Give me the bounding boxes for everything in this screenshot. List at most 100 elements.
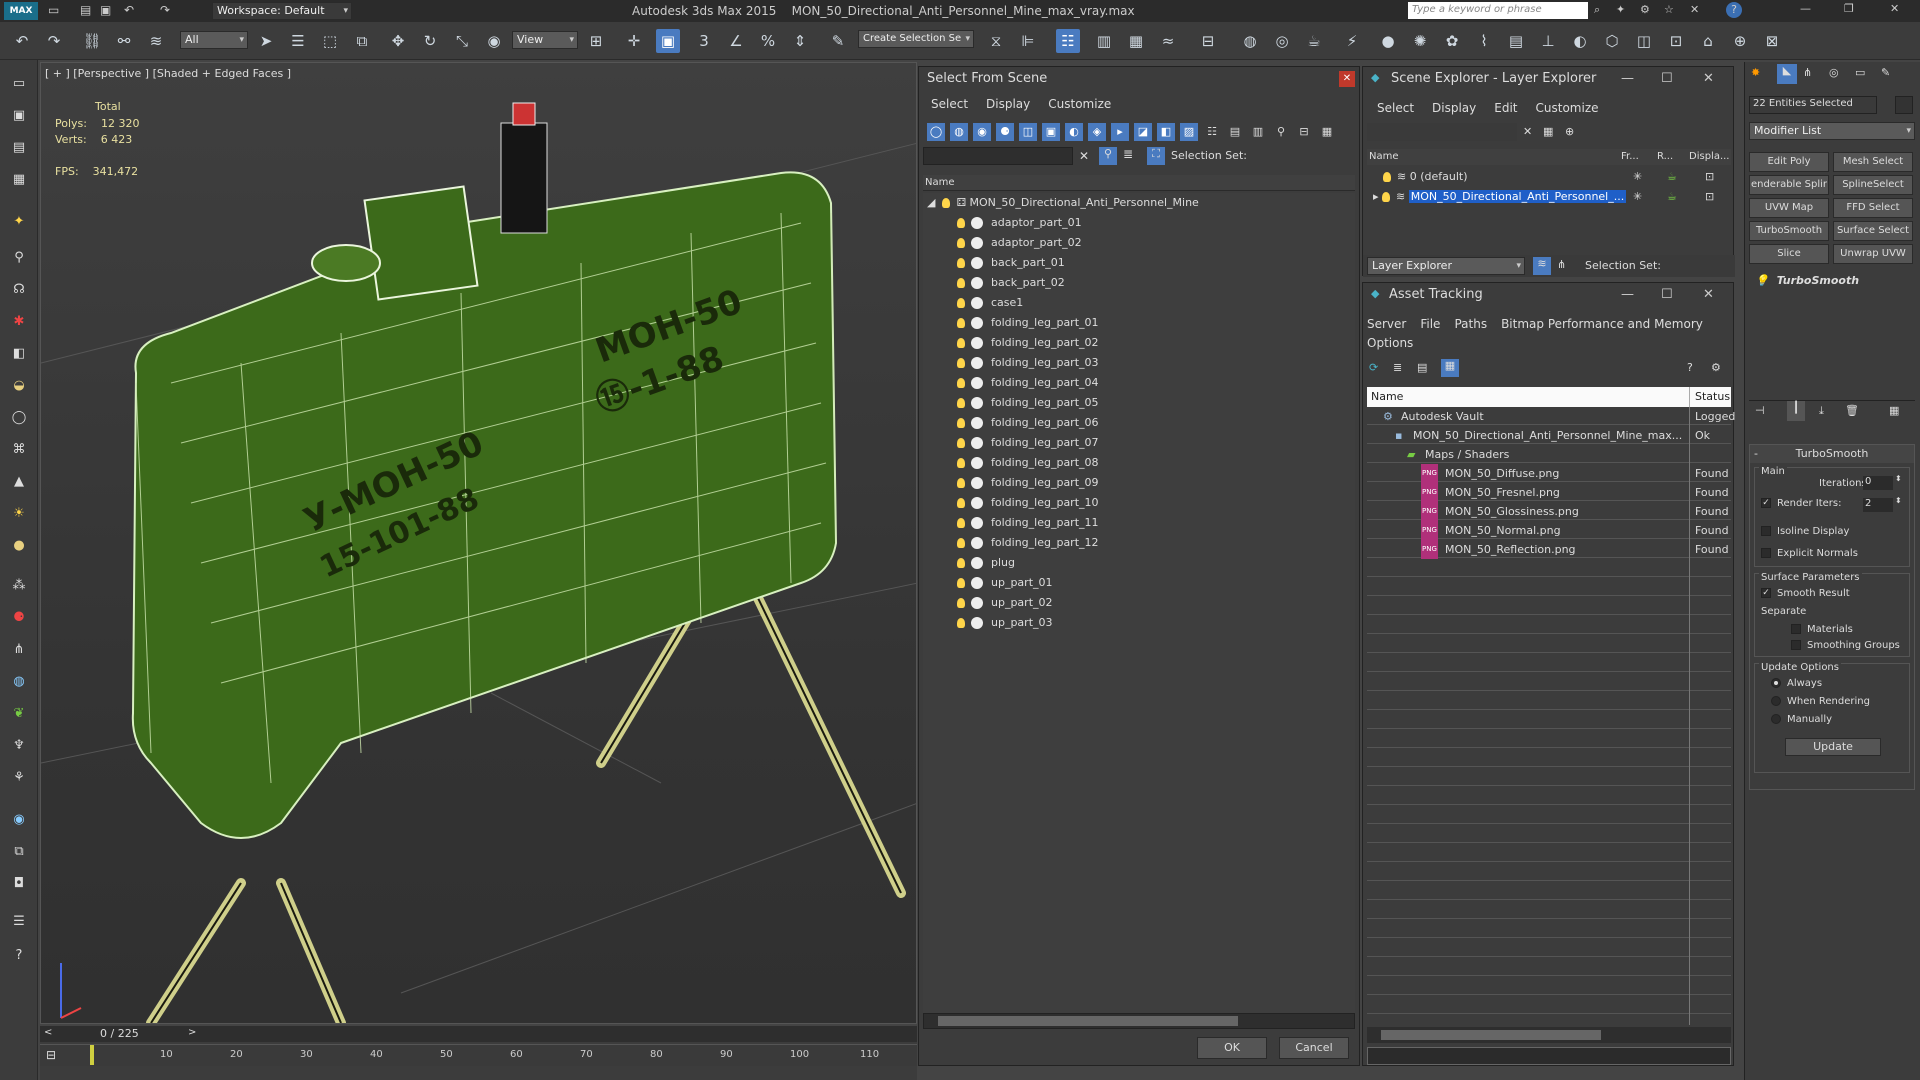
display-tab-icon[interactable]: ▭ — [1855, 66, 1865, 79]
list-item[interactable]: folding_leg_part_06 — [957, 413, 1099, 433]
create-cylinder-icon[interactable]: ▤ — [8, 136, 30, 158]
table-view-icon[interactable]: ▦ — [1441, 359, 1459, 377]
modifier-button[interactable]: Slice — [1749, 244, 1829, 264]
create-spacewarp-icon[interactable]: ✱ — [8, 310, 30, 332]
list-item[interactable]: folding_leg_part_03 — [957, 353, 1099, 373]
hierarchy-icon[interactable]: ⋔ — [8, 638, 30, 660]
vray-ies-icon[interactable]: ✿ — [1440, 29, 1464, 53]
explorer-type-dropdown[interactable]: Layer Explorer — [1367, 257, 1525, 275]
pin-stack-icon[interactable]: ⊣ — [1755, 404, 1765, 417]
help-icon[interactable]: ? — [1687, 361, 1693, 374]
table-row[interactable]: PNG MON_50_Normal.png Found — [1367, 521, 1731, 540]
menu-display[interactable]: Display — [986, 97, 1030, 111]
make-unique-icon[interactable]: ⤓ — [1819, 404, 1824, 418]
time-slider[interactable]: < 0 / 225 > — [40, 1026, 917, 1042]
light-bulb-icon[interactable] — [957, 318, 965, 328]
filter-type-icon[interactable]: ⊟ — [1295, 123, 1313, 141]
percent-snap-icon[interactable]: % — [756, 29, 780, 53]
light-bulb-icon[interactable] — [957, 438, 965, 448]
prev-frame-icon[interactable]: < — [44, 1027, 52, 1038]
vray-ptm-icon[interactable]: ⌂ — [1696, 29, 1720, 53]
search-input[interactable]: Type a keyword or phrase — [1408, 2, 1588, 19]
reference-coordinate-dropdown[interactable]: View — [512, 31, 578, 49]
select-object-icon[interactable]: ➤ — [254, 29, 278, 53]
select-by-name-icon[interactable]: ☰ — [286, 29, 310, 53]
menu-paths[interactable]: Paths — [1454, 317, 1487, 331]
smoothing-groups-checkbox[interactable]: Smoothing Groups — [1791, 640, 1900, 651]
window-crossing-icon[interactable]: ⧉ — [350, 29, 374, 53]
freeze-icon[interactable]: ✳ — [1633, 187, 1642, 207]
list-item[interactable]: folding_leg_part_02 — [957, 333, 1099, 353]
track-bar-icon[interactable]: ⊟ — [46, 1048, 56, 1062]
snaps-toggle-icon[interactable]: 3 — [692, 29, 716, 53]
light-bulb-icon[interactable] — [957, 238, 965, 248]
minimize-icon[interactable]: — — [1621, 71, 1634, 86]
modifier-button[interactable]: SplineSelect — [1833, 175, 1913, 195]
unlink-icon[interactable]: ⚯ — [112, 29, 136, 53]
rotate-icon[interactable]: ↻ — [418, 29, 442, 53]
light-bulb-icon[interactable] — [957, 618, 965, 628]
display-icon[interactable]: ⊡ — [1705, 187, 1714, 207]
cloth-icon[interactable]: ⚘ — [8, 766, 30, 788]
table-row[interactable]: PNG MON_50_Fresnel.png Found — [1367, 483, 1731, 502]
vray-frame-buffer-icon[interactable]: ◫ — [1632, 29, 1656, 53]
vray-fur-icon[interactable]: ⌇ — [1472, 29, 1496, 53]
filter-type-icon[interactable]: ◈ — [1088, 123, 1106, 141]
utilities-tab-icon[interactable]: ✎ — [1881, 66, 1890, 79]
next-frame-icon[interactable]: > — [188, 1027, 196, 1038]
render-setup-icon[interactable]: ☕ — [1302, 29, 1326, 53]
explicit-normals-checkbox[interactable]: Explicit Normals — [1761, 548, 1858, 559]
select-manipulate-icon[interactable]: ✛ — [622, 29, 646, 53]
light-bulb-icon[interactable] — [957, 278, 965, 288]
light-bulb-icon[interactable] — [957, 358, 965, 368]
undo-icon[interactable]: ↶ — [10, 29, 34, 53]
list-item[interactable]: folding_leg_part_09 — [957, 473, 1099, 493]
rectangular-selection-icon[interactable]: ⬚ — [318, 29, 342, 53]
foliage-icon[interactable]: ❦ — [8, 702, 30, 724]
link-icon[interactable]: ⛓ — [80, 29, 104, 53]
move-icon[interactable]: ✥ — [386, 29, 410, 53]
clear-find-icon[interactable]: ✕ — [1079, 149, 1089, 163]
menu-customize[interactable]: Customize — [1048, 97, 1111, 111]
modifier-button[interactable]: Unwrap UVW — [1833, 244, 1913, 264]
remove-modifier-icon[interactable]: 🗑 — [1845, 404, 1859, 417]
current-frame-marker[interactable] — [90, 1045, 94, 1065]
filter-type-icon[interactable]: ⚲ — [1272, 123, 1290, 141]
list-item[interactable]: folding_leg_part_10 — [957, 493, 1099, 513]
create-box-icon[interactable]: ▭ — [8, 72, 30, 94]
keyboard-shortcut-override-icon[interactable]: ▣ — [656, 29, 680, 53]
list-item[interactable]: up_part_01 — [957, 573, 1053, 593]
list-item[interactable]: adaptor_part_01 — [957, 213, 1082, 233]
modifier-button[interactable]: Edit Poly — [1749, 152, 1829, 172]
menu-bitmap[interactable]: Bitmap Performance and Memory — [1501, 317, 1703, 331]
filter-type-icon[interactable]: ◍ — [950, 123, 968, 141]
filter-type-icon[interactable]: ◫ — [1019, 123, 1037, 141]
scene-root[interactable]: ◢ ⚃ MON_50_Directional_Anti_Personnel_Mi… — [927, 193, 1199, 213]
create-cone-icon[interactable]: ▲ — [8, 470, 30, 492]
light-bulb-icon[interactable]: 💡 — [1755, 274, 1769, 287]
filter-type-icon[interactable]: ▸ — [1111, 123, 1129, 141]
filter-type-icon[interactable]: ◯ — [927, 123, 945, 141]
modifier-button[interactable]: UVW Map — [1749, 198, 1829, 218]
communication-icon[interactable]: ⚙ — [1640, 3, 1650, 16]
vray-dome-icon[interactable]: ⊠ — [1760, 29, 1784, 53]
material-editor-icon[interactable]: ◍ — [1238, 29, 1262, 53]
clear-find-icon[interactable]: ✕ — [1523, 125, 1532, 138]
help-icon[interactable]: ? — [8, 944, 30, 966]
light-bulb-icon[interactable] — [957, 298, 965, 308]
selection-set-icon[interactable]: ⛶ — [1147, 147, 1165, 165]
light-bulb-icon[interactable] — [957, 538, 965, 548]
close-icon[interactable]: ✕ — [1339, 71, 1355, 87]
create-sphere-icon[interactable]: ▣ — [8, 104, 30, 126]
vray-toon-icon[interactable]: ⊕ — [1728, 29, 1752, 53]
mirror-icon[interactable]: ⧖ — [984, 29, 1008, 53]
create-light-icon[interactable]: ✦ — [8, 210, 30, 232]
list-item[interactable]: plug — [957, 553, 1015, 573]
create-geosphere-icon[interactable]: ⌘ — [8, 438, 30, 460]
vray-light-icon[interactable]: ● — [1376, 29, 1400, 53]
edit-named-selection-icon[interactable]: ✎ — [826, 29, 850, 53]
light-bulb-icon[interactable] — [957, 558, 965, 568]
display-icon[interactable]: ⊡ — [1705, 167, 1714, 187]
selection-name-field[interactable]: 22 Entities Selected — [1749, 96, 1877, 114]
close-icon[interactable]: ✕ — [1890, 2, 1899, 15]
